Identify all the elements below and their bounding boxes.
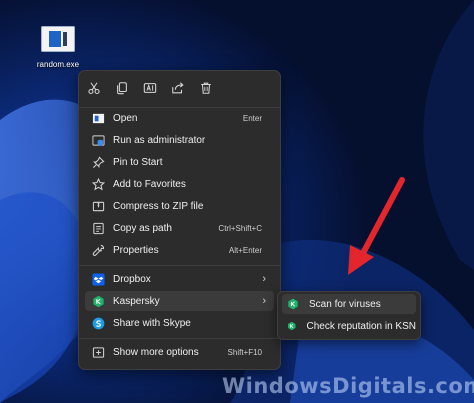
context-menu-toolbar bbox=[79, 71, 280, 107]
share-icon bbox=[172, 82, 184, 94]
menu-shortcut: Alt+Enter bbox=[228, 245, 262, 255]
menu-item-label: Properties bbox=[113, 244, 159, 256]
skype-icon bbox=[91, 316, 105, 330]
chevron-right-icon: › bbox=[262, 273, 266, 285]
menu-item-label: Compress to ZIP file bbox=[113, 200, 204, 212]
share-button[interactable] bbox=[169, 79, 187, 97]
desktop-file-icon[interactable]: random.exe bbox=[30, 26, 86, 69]
menu-shortcut: Shift+F10 bbox=[227, 347, 262, 357]
menu-item-open[interactable]: Open Enter bbox=[85, 108, 274, 128]
pin-icon bbox=[91, 155, 105, 169]
trash-icon bbox=[201, 82, 211, 94]
menu-shortcut: Ctrl+Shift+C bbox=[218, 223, 262, 233]
menu-item-add-to-favorites[interactable]: Add to Favorites bbox=[85, 174, 274, 194]
scissors-icon bbox=[88, 82, 100, 95]
menu-item-label: Add to Favorites bbox=[113, 178, 186, 190]
menu-item-label: Run as administrator bbox=[113, 134, 206, 146]
menu-item-pin-to-start[interactable]: Pin to Start bbox=[85, 152, 274, 172]
exe-file-icon bbox=[41, 26, 75, 52]
open-app-icon bbox=[91, 111, 105, 125]
copy-path-icon bbox=[91, 221, 105, 235]
copy-icon bbox=[117, 82, 127, 95]
delete-button[interactable] bbox=[197, 79, 215, 97]
menu-item-label: Dropbox bbox=[113, 273, 151, 285]
menu-item-compress-to-zip[interactable]: Compress to ZIP file bbox=[85, 196, 274, 216]
menu-item-copy-as-path[interactable]: Copy as path Ctrl+Shift+C bbox=[85, 218, 274, 238]
rename-icon bbox=[143, 83, 157, 93]
watermark-text: WindowsDigitals.com bbox=[222, 374, 474, 398]
cut-button[interactable] bbox=[85, 79, 103, 97]
dropbox-icon bbox=[91, 272, 105, 286]
copy-button[interactable] bbox=[113, 79, 131, 97]
submenu-item-check-reputation[interactable]: Check reputation in KSN bbox=[282, 316, 416, 336]
menu-item-run-as-administrator[interactable]: Run as administrator bbox=[85, 130, 274, 150]
kaspersky-icon bbox=[288, 321, 296, 331]
menu-item-show-more-options[interactable]: Show more options Shift+F10 bbox=[85, 342, 274, 362]
menu-item-label: Copy as path bbox=[113, 222, 172, 234]
menu-item-share-with-skype[interactable]: Share with Skype bbox=[85, 313, 274, 333]
red-arrow-annotation bbox=[348, 177, 405, 275]
menu-item-label: Open bbox=[113, 112, 138, 124]
context-menu: Open Enter Run as administrator Pin to S… bbox=[78, 70, 281, 370]
rename-button[interactable] bbox=[141, 79, 159, 97]
more-options-icon bbox=[91, 345, 105, 359]
menu-item-label: Pin to Start bbox=[113, 156, 163, 168]
kaspersky-icon bbox=[288, 298, 298, 310]
menu-item-label: Share with Skype bbox=[113, 317, 191, 329]
menu-divider bbox=[79, 265, 280, 266]
menu-item-kaspersky[interactable]: Kaspersky › bbox=[85, 291, 274, 311]
wrench-icon bbox=[91, 243, 105, 257]
zip-archive-icon bbox=[91, 199, 105, 213]
menu-divider bbox=[79, 338, 280, 339]
kaspersky-submenu: Scan for viruses Check reputation in KSN bbox=[277, 291, 421, 340]
menu-shortcut: Enter bbox=[242, 113, 262, 123]
kaspersky-icon bbox=[91, 294, 105, 308]
menu-item-dropbox[interactable]: Dropbox › bbox=[85, 269, 274, 289]
watermark: WindowsDigitals.com bbox=[218, 372, 474, 400]
admin-shield-icon bbox=[91, 133, 105, 147]
menu-item-properties[interactable]: Properties Alt+Enter bbox=[85, 240, 274, 260]
chevron-right-icon: › bbox=[262, 295, 266, 307]
menu-item-label: Show more options bbox=[113, 346, 199, 358]
desktop-file-label: random.exe bbox=[36, 60, 80, 69]
menu-item-label: Kaspersky bbox=[113, 295, 160, 307]
star-icon bbox=[91, 177, 105, 191]
submenu-item-scan-for-viruses[interactable]: Scan for viruses bbox=[282, 294, 416, 314]
submenu-item-label: Check reputation in KSN bbox=[306, 320, 416, 332]
submenu-item-label: Scan for viruses bbox=[309, 298, 381, 310]
